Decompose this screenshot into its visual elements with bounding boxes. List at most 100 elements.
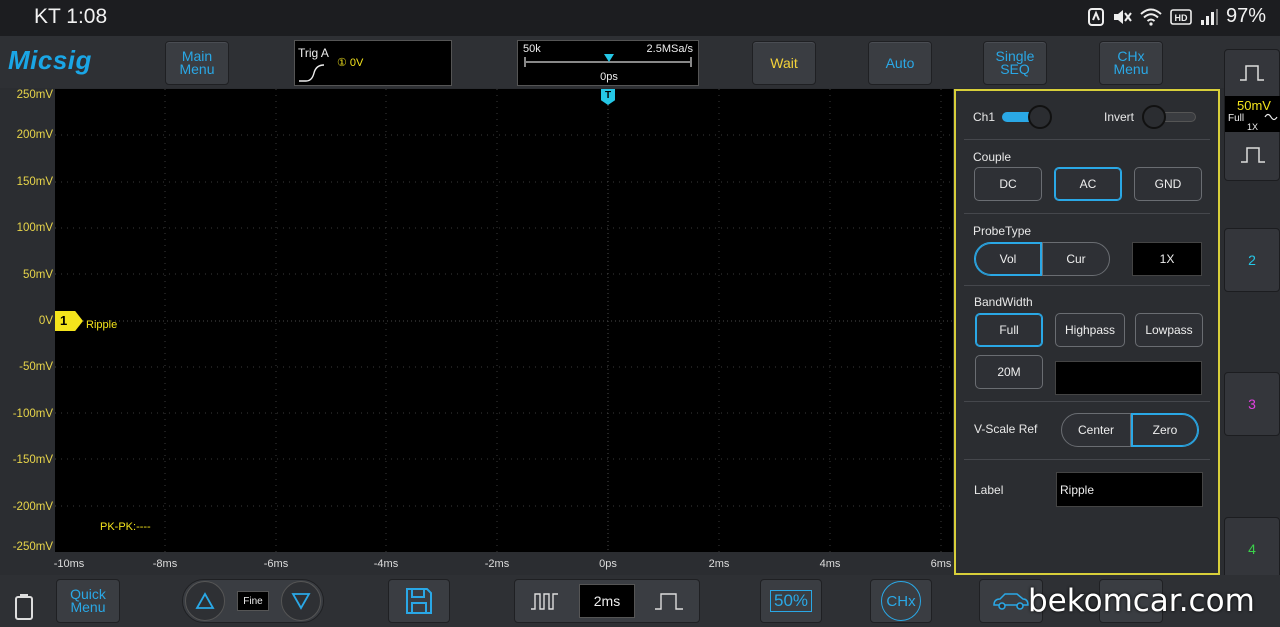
signal-icon <box>1200 8 1218 26</box>
trigger-position-icon <box>604 54 614 62</box>
bandwidth-label: BandWidth <box>974 295 1033 309</box>
probe-vol-button[interactable]: Vol <box>974 242 1042 276</box>
ch4-button[interactable]: 4 <box>1224 517 1280 581</box>
x-tick: 2ms <box>708 558 730 570</box>
brand-logo: Micsig <box>8 45 92 75</box>
y-tick: -150mV <box>12 454 53 466</box>
y-axis: 250mV 200mV 150mV 100mV 50mV 0V -50mV -1… <box>0 89 55 553</box>
trigger-panel[interactable]: Trig A ① 0V <box>294 40 452 86</box>
fifty-percent-button[interactable]: 50% <box>760 579 822 623</box>
ac-coupling-icon <box>1264 113 1278 121</box>
square-wave-icon <box>1241 147 1265 163</box>
mute-icon <box>1112 8 1132 26</box>
x-axis: -10ms -8ms -6ms -4ms -2ms 0ps 2ms 4ms 6m… <box>53 554 953 574</box>
bandwidth-highpass-button[interactable]: Highpass <box>1055 313 1125 347</box>
fine-toggle[interactable]: Fine <box>237 591 269 611</box>
channel-settings-panel: Ch1 Invert Couple DC AC GND ProbeType Vo… <box>954 89 1220 575</box>
status-icons: HD 97% <box>1087 5 1266 28</box>
svg-text:HD: HD <box>1174 13 1187 23</box>
x-tick: -8ms <box>152 558 178 570</box>
vertical-position-control: Fine <box>182 579 324 623</box>
ch1-waveform-label: Ripple <box>86 319 118 331</box>
rising-edge-icon <box>299 64 325 82</box>
status-bar: KT 1:08 HD 97% <box>0 0 1280 36</box>
menu-label: Menu <box>1113 61 1149 77</box>
x-tick: -2ms <box>484 558 510 570</box>
trigger-source: ① 0V <box>337 57 364 69</box>
waveform-display[interactable]: T 1 Ripple PK-PK:---- <box>55 89 953 552</box>
x-tick: -4ms <box>373 558 399 570</box>
nfc-icon <box>1087 7 1104 26</box>
sample-rate: 2.5MSa/s <box>646 43 693 55</box>
vscale-zero-button[interactable]: Zero <box>1131 413 1199 447</box>
ch3-button[interactable]: 3 <box>1224 372 1280 436</box>
battery-percent: 97% <box>1225 5 1266 27</box>
y-tick: 200mV <box>16 129 53 141</box>
couple-gnd-button[interactable]: GND <box>1134 167 1202 201</box>
vscale-center-button[interactable]: Center <box>1061 413 1131 447</box>
invert-label: Invert <box>1104 110 1135 124</box>
y-tick: -250mV <box>12 541 53 553</box>
ch1-enable-toggle[interactable] <box>1002 105 1054 129</box>
fifty-percent-label: 50% <box>769 590 813 612</box>
triangle-up-icon <box>195 592 215 609</box>
ch1-scale-box: 50mV Full 1X <box>1225 96 1280 132</box>
x-tick: -10ms <box>53 558 85 570</box>
quick-menu-button[interactable]: Quick Menu <box>56 579 120 623</box>
battery-icon <box>15 594 33 620</box>
save-button[interactable] <box>388 579 450 623</box>
y-tick: -200mV <box>12 501 53 513</box>
couple-ac-button[interactable]: AC <box>1054 167 1122 201</box>
vscale-ref-label: V-Scale Ref <box>974 422 1038 436</box>
position-up-button[interactable] <box>185 581 225 621</box>
label-input[interactable]: Ripple <box>1056 472 1203 507</box>
single-seq-button[interactable]: Single SEQ <box>983 41 1047 85</box>
invert-toggle[interactable] <box>1142 105 1198 129</box>
chx-label: CHx <box>881 581 921 621</box>
memory-depth: 50k <box>523 43 541 55</box>
run-stop-button[interactable]: Wait <box>752 41 816 85</box>
expanded-wave-icon <box>655 593 683 610</box>
x-tick: -6ms <box>263 558 289 570</box>
timebase-decrease-button[interactable] <box>515 580 575 622</box>
compressed-wave-icon <box>531 593 558 610</box>
position-down-button[interactable] <box>281 581 321 621</box>
ch1-bandwidth: Full <box>1228 113 1245 124</box>
ch1-enable-label: Ch1 <box>973 110 996 124</box>
bandwidth-custom-field[interactable] <box>1055 361 1202 395</box>
auto-button[interactable]: Auto <box>868 41 932 85</box>
timebase-panel[interactable]: 50k 2.5MSa/s 0ps <box>517 40 699 86</box>
ch1-scale: 50mV <box>1237 98 1271 113</box>
measurement-readout: PK-PK:---- <box>100 521 151 533</box>
menu-label: Menu <box>70 599 106 615</box>
bandwidth-lowpass-button[interactable]: Lowpass <box>1135 313 1203 347</box>
ch1-probe-ratio: 1X <box>1247 122 1259 132</box>
triangle-down-icon <box>291 593 311 610</box>
main-menu-button[interactable]: Main Menu <box>165 41 229 85</box>
couple-label: Couple <box>973 150 1012 164</box>
probe-type-label: ProbeType <box>973 224 1032 238</box>
chx-menu-button[interactable]: CHx Menu <box>1099 41 1163 85</box>
status-time: KT 1:08 <box>34 5 108 28</box>
hd-icon: HD <box>1170 8 1192 26</box>
ch1-button[interactable]: 50mV Full 1X <box>1224 49 1280 181</box>
ch2-button[interactable]: 2 <box>1224 228 1280 292</box>
probe-cur-button[interactable]: Cur <box>1042 242 1110 276</box>
timebase-control: 2ms <box>514 579 700 623</box>
timebase-increase-button[interactable] <box>639 580 699 622</box>
y-tick: 100mV <box>16 222 53 234</box>
timebase-value: 2ms <box>579 584 635 618</box>
bandwidth-20m-button[interactable]: 20M <box>975 355 1043 389</box>
bandwidth-full-button[interactable]: Full <box>975 313 1043 347</box>
y-tick: 150mV <box>16 176 53 188</box>
couple-dc-button[interactable]: DC <box>974 167 1042 201</box>
x-tick: 6ms <box>930 558 952 570</box>
probe-ratio-field[interactable]: 1X <box>1132 242 1202 276</box>
seq-label: SEQ <box>1000 61 1030 77</box>
chx-select-button[interactable]: CHx <box>870 579 932 623</box>
y-tick: 250mV <box>16 89 53 101</box>
y-tick: 50mV <box>22 269 53 281</box>
square-wave-icon <box>1240 65 1264 81</box>
x-tick: 0ps <box>599 558 617 570</box>
trigger-title: Trig A <box>298 46 329 60</box>
